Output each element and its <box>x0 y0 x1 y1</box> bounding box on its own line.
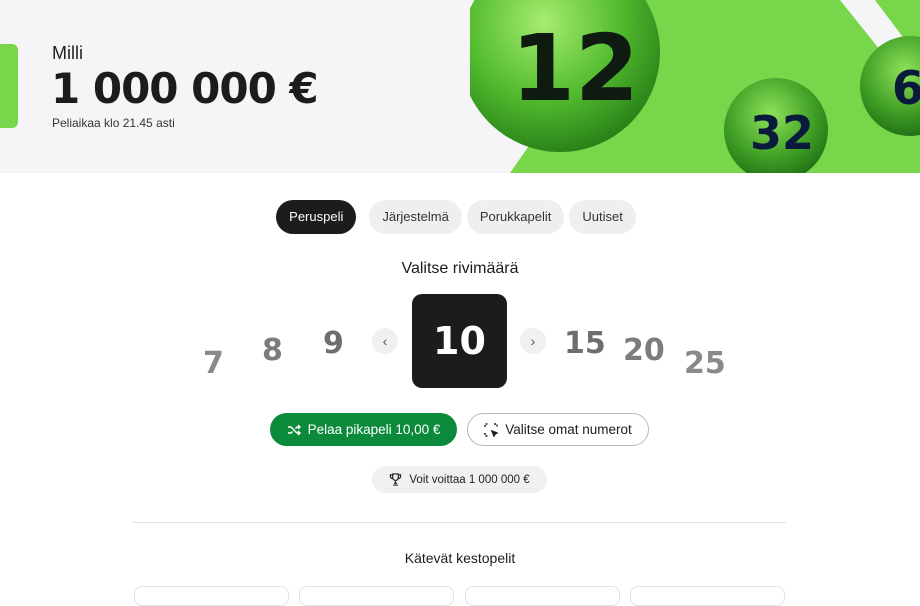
trophy-icon <box>390 473 402 486</box>
prize-label: Voit voittaa 1 000 000 € <box>409 473 530 486</box>
row-option-15[interactable]: 15 <box>564 326 606 361</box>
row-option-25[interactable]: 25 <box>684 346 726 381</box>
subscription-card[interactable] <box>134 586 289 606</box>
subscription-card[interactable] <box>465 586 620 606</box>
select-icon <box>484 422 499 437</box>
subscriptions-title: Kätevät kestopelit <box>404 550 516 566</box>
hero-banner: Milli 1 000 000 € Peliaikaa klo 21.45 as… <box>0 0 920 173</box>
choose-own-numbers-button[interactable]: Valitse omat numerot <box>467 413 649 446</box>
shuffle-icon <box>287 424 301 435</box>
row-count-title: Valitse rivimäärä <box>401 260 519 277</box>
quick-play-button[interactable]: Pelaa pikapeli 10,00 € <box>270 413 457 446</box>
row-option-selected[interactable]: 10 <box>412 294 507 388</box>
jackpot-amount: 1 000 000 € <box>51 64 319 113</box>
subscription-card[interactable] <box>630 586 785 606</box>
tab-porukkapelit[interactable]: Porukkapelit <box>466 200 565 234</box>
subscription-card[interactable] <box>299 586 454 606</box>
choose-own-numbers-label: Valitse omat numerot <box>505 422 632 437</box>
game-name: Milli <box>52 43 83 63</box>
row-option-8[interactable]: 8 <box>262 333 283 368</box>
tab-peruspeli[interactable]: Peruspeli <box>276 200 357 234</box>
svg-text:6: 6 <box>892 61 920 115</box>
section-divider <box>132 522 786 523</box>
row-option-9[interactable]: 9 <box>323 326 344 361</box>
quick-play-label: Pelaa pikapeli 10,00 € <box>307 422 441 437</box>
lottery-balls-illustration: 12 32 6 <box>470 0 920 173</box>
chevron-right-icon: › <box>530 333 536 349</box>
row-option-20[interactable]: 20 <box>623 333 665 368</box>
next-button[interactable]: › <box>520 328 546 354</box>
tab-uutiset[interactable]: Uutiset <box>569 200 636 234</box>
svg-text:32: 32 <box>750 106 814 160</box>
game-type-tabs: Peruspeli Järjestelmä Porukkapelit Uutis… <box>0 200 920 234</box>
deadline-text: Peliaikaa klo 21.45 asti <box>52 116 175 130</box>
game-logo-tab <box>0 44 18 128</box>
tab-jarjestelma[interactable]: Järjestelmä <box>369 200 462 234</box>
chevron-left-icon: ‹ <box>382 333 388 349</box>
row-option-7[interactable]: 7 <box>203 346 224 381</box>
prize-badge: Voit voittaa 1 000 000 € <box>372 466 547 493</box>
prev-button[interactable]: ‹ <box>372 328 398 354</box>
svg-text:12: 12 <box>511 15 639 122</box>
